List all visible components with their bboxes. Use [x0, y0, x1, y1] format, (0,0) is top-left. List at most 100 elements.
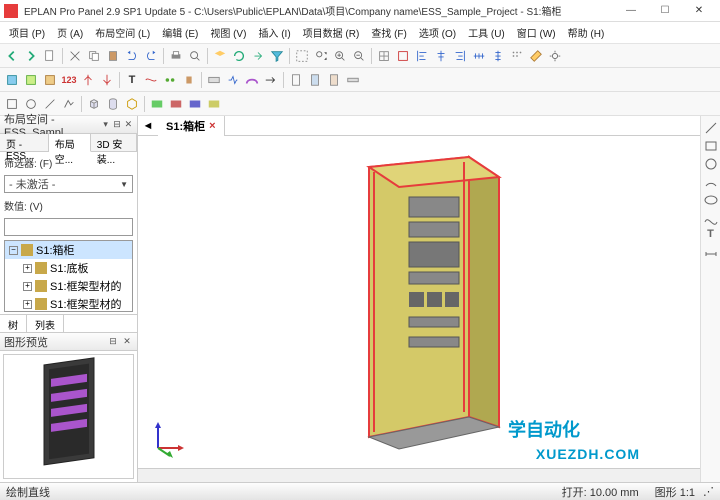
tab-page[interactable]: 页 - ESS... — [0, 134, 49, 151]
rt-dim-icon[interactable] — [703, 246, 719, 262]
rt-line-icon[interactable] — [703, 120, 719, 136]
rt-ellipse-icon[interactable] — [703, 192, 719, 208]
part-icon[interactable] — [205, 71, 223, 89]
panel-close-icon[interactable]: ✕ — [124, 119, 133, 131]
conn-icon[interactable] — [161, 71, 179, 89]
zoom-out-icon[interactable] — [350, 47, 368, 65]
preview-viewport[interactable] — [3, 354, 134, 479]
view1-icon[interactable] — [148, 95, 166, 113]
view4-icon[interactable] — [205, 95, 223, 113]
value-input[interactable] — [4, 218, 133, 236]
close-button[interactable]: ✕ — [682, 1, 716, 21]
expand-icon[interactable]: + — [23, 300, 32, 309]
tool-b-icon[interactable] — [22, 71, 40, 89]
cab3-icon[interactable] — [325, 71, 343, 89]
panel-pin-icon[interactable]: ⊟ — [112, 119, 121, 131]
tree-item[interactable]: +S1:框架型材的 — [5, 295, 132, 312]
copy-icon[interactable] — [85, 47, 103, 65]
snap-icon[interactable] — [394, 47, 412, 65]
cut-icon[interactable] — [66, 47, 84, 65]
align-c-icon[interactable] — [432, 47, 450, 65]
symbol-icon[interactable] — [224, 71, 242, 89]
tab-tree[interactable]: 树 — [0, 315, 27, 332]
menu-layout[interactable]: 布局空间 (L) — [90, 23, 155, 42]
view3-icon[interactable] — [186, 95, 204, 113]
redo-icon[interactable] — [142, 47, 160, 65]
grid-icon[interactable] — [375, 47, 393, 65]
h-scrollbar[interactable] — [138, 468, 700, 482]
tree-item[interactable]: +S1:底板 — [5, 259, 132, 277]
arrow-icon[interactable] — [262, 71, 280, 89]
panel-dropdown-icon[interactable]: ▾ — [101, 119, 110, 131]
rt-arc-icon[interactable] — [703, 174, 719, 190]
tree-item[interactable]: +S1:框架型材的 — [5, 277, 132, 295]
preview-pin-icon[interactable]: ⊟ — [107, 336, 119, 348]
tree[interactable]: −S1:箱柜 +S1:底板 +S1:框架型材的 +S1:框架型材的 — [4, 240, 133, 312]
tool-d-icon[interactable]: 123 — [60, 71, 78, 89]
dist-h-icon[interactable] — [470, 47, 488, 65]
next-icon[interactable] — [22, 47, 40, 65]
tree-item[interactable]: −S1:箱柜 — [5, 241, 132, 259]
viewport-3d[interactable]: 学自动化 XUEZDH.COM — [138, 136, 700, 468]
menu-edit[interactable]: 编辑 (E) — [157, 23, 203, 42]
refresh-icon[interactable] — [230, 47, 248, 65]
tool-c-icon[interactable] — [41, 71, 59, 89]
print-icon[interactable] — [167, 47, 185, 65]
zoom-win-icon[interactable] — [293, 47, 311, 65]
undo-icon[interactable] — [123, 47, 141, 65]
grid2-icon[interactable] — [508, 47, 526, 65]
filter-icon[interactable] — [268, 47, 286, 65]
rt-text-icon[interactable]: T — [703, 228, 719, 244]
plug-icon[interactable] — [180, 71, 198, 89]
expand-icon[interactable]: + — [23, 264, 32, 273]
menu-project[interactable]: 项目 (P) — [4, 23, 50, 42]
text-icon[interactable]: T — [123, 71, 141, 89]
tab-close-icon[interactable]: × — [209, 120, 215, 132]
rt-spline-icon[interactable] — [703, 210, 719, 226]
rail-icon[interactable] — [344, 71, 362, 89]
minimize-button[interactable]: — — [614, 1, 648, 21]
zoom-in-icon[interactable] — [331, 47, 349, 65]
menu-tools[interactable]: 工具 (U) — [463, 23, 510, 42]
menu-help[interactable]: 帮助 (H) — [563, 23, 610, 42]
menu-insert[interactable]: 插入 (I) — [253, 23, 295, 42]
measure-icon[interactable] — [527, 47, 545, 65]
rt-rect-icon[interactable] — [703, 138, 719, 154]
wire-icon[interactable] — [142, 71, 160, 89]
menu-view[interactable]: 视图 (V) — [205, 23, 251, 42]
gear-icon[interactable] — [546, 47, 564, 65]
page-icon[interactable] — [41, 47, 59, 65]
menu-options[interactable]: 选项 (O) — [414, 23, 461, 42]
expand-icon[interactable]: + — [23, 282, 32, 291]
cab1-icon[interactable] — [287, 71, 305, 89]
tab-layout[interactable]: 布局空... — [49, 134, 91, 152]
forward-icon[interactable] — [249, 47, 267, 65]
view2-icon[interactable] — [167, 95, 185, 113]
tool-a-icon[interactable] — [3, 71, 21, 89]
tool-e-icon[interactable] — [79, 71, 97, 89]
align-l-icon[interactable] — [413, 47, 431, 65]
dist-v-icon[interactable] — [489, 47, 507, 65]
maximize-button[interactable]: ☐ — [648, 1, 682, 21]
tool-f-icon[interactable] — [98, 71, 116, 89]
menu-window[interactable]: 窗口 (W) — [512, 23, 561, 42]
iso-icon[interactable] — [123, 95, 141, 113]
filter-select[interactable]: - 未激活 - ▼ — [4, 175, 133, 193]
align-r-icon[interactable] — [451, 47, 469, 65]
paste-icon[interactable] — [104, 47, 122, 65]
cyl-icon[interactable] — [104, 95, 122, 113]
tab-list[interactable]: 列表 — [27, 315, 64, 332]
menu-data[interactable]: 项目数据 (R) — [298, 23, 365, 42]
tab-nav-left-icon[interactable]: ◄ — [138, 120, 158, 132]
search-icon[interactable] — [186, 47, 204, 65]
zoom-fit-icon[interactable] — [312, 47, 330, 65]
preview-close-icon[interactable]: ✕ — [121, 336, 133, 348]
layer-icon[interactable] — [211, 47, 229, 65]
rt-circle-icon[interactable] — [703, 156, 719, 172]
collapse-icon[interactable]: − — [9, 246, 18, 255]
prev-icon[interactable] — [3, 47, 21, 65]
tab-3d[interactable]: 3D 安装... — [91, 134, 137, 151]
menu-find[interactable]: 查找 (F) — [366, 23, 412, 42]
canvas-tab[interactable]: S1:箱柜 × — [158, 116, 225, 136]
menu-page[interactable]: 页 (A) — [52, 23, 88, 42]
